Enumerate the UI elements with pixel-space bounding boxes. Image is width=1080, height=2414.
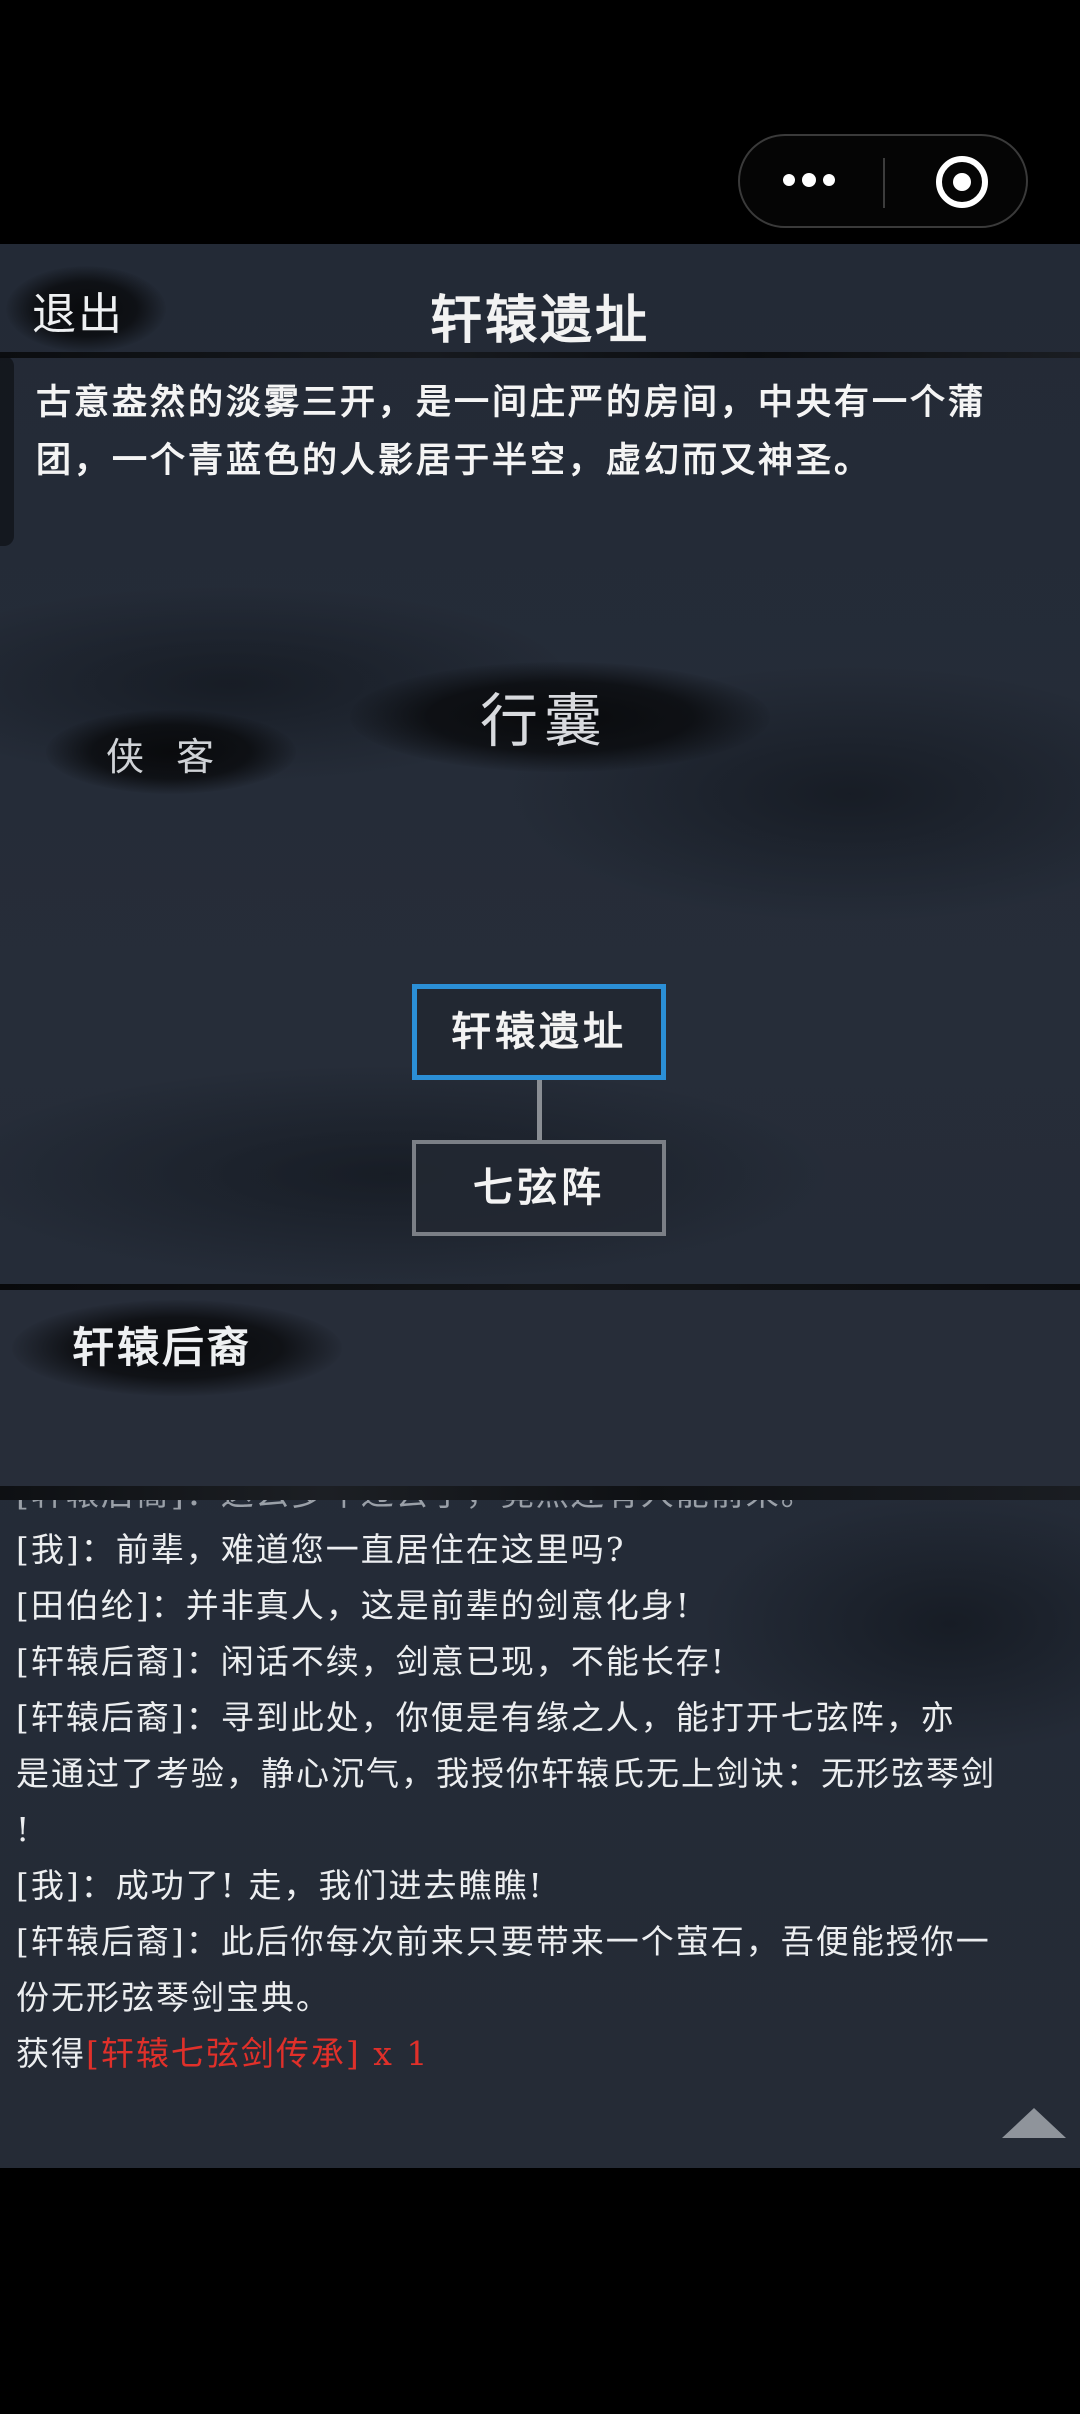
log-line: 份无形弦琴剑宝典。 xyxy=(16,1978,331,2017)
screen: 退出 轩辕遗址 古意盎然的淡雾三开，是一间庄严的房间，中央有一个蒲团，一个青蓝色… xyxy=(0,0,1080,2414)
log-line: [轩辕后裔]：闲话不续，剑意已现，不能长存! xyxy=(16,1642,727,1681)
scroll-up-arrow-icon[interactable] xyxy=(1002,2108,1066,2138)
scene-description: 古意盎然的淡雾三开，是一间庄严的房间，中央有一个蒲团，一个青蓝色的人影居于半空，… xyxy=(36,382,987,481)
map-node-current[interactable]: 轩辕遗址 xyxy=(412,984,666,1080)
target-circle-icon[interactable] xyxy=(934,154,990,210)
game-area: 退出 轩辕遗址 古意盎然的淡雾三开，是一间庄严的房间，中央有一个蒲团，一个青蓝色… xyxy=(0,244,1080,2168)
reward-line: 获得[轩辕七弦剑传承] x 1 xyxy=(16,2026,1066,2082)
log-line: [田伯纶]：并非真人，这是前辈的剑意化身! xyxy=(16,1586,692,1625)
log-line: ! xyxy=(16,1810,32,1849)
miniprogram-capsule xyxy=(738,134,1028,228)
npc-xuanyuan-descendant[interactable]: 轩辕后裔 xyxy=(72,1314,252,1375)
reward-item: [轩辕七弦剑传承] x 1 xyxy=(86,2034,430,2073)
divider xyxy=(0,352,1080,358)
more-dots-icon[interactable] xyxy=(740,136,882,226)
log-line: [我]：成功了! 走，我们进去瞧瞧! xyxy=(16,1866,544,1905)
top-bar: 退出 轩辕遗址 xyxy=(0,244,1080,356)
side-edge-decoration xyxy=(0,356,14,546)
log-line-partial: [轩辕后裔]：这么多年过去了，竟然还有人能前来。 xyxy=(16,1500,1066,1522)
log-line: 是通过了考验，静心沉气，我授你轩辕氏无上剑诀：无形弦琴剑 xyxy=(16,1754,996,1793)
dialogue-log[interactable]: [轩辕后裔]：这么多年过去了，竟然还有人能前来。 [我]：前辈，难道您一直居住在… xyxy=(16,1500,1066,2120)
xiake-button[interactable]: 侠 客 xyxy=(106,726,224,781)
capsule-divider xyxy=(883,158,885,208)
location-title: 轩辕遗址 xyxy=(429,290,650,351)
divider xyxy=(0,1486,1080,1500)
map-connector xyxy=(537,1080,542,1140)
map-node-qixian[interactable]: 七弦阵 xyxy=(412,1140,666,1236)
log-line: [轩辕后裔]：寻到此处，你便是有缘之人，能打开七弦阵，亦 xyxy=(16,1698,956,1737)
bag-button[interactable]: 行囊 xyxy=(480,674,608,758)
log-line: [轩辕后裔]：此后你每次前来只要带来一个萤石，吾便能授你一 xyxy=(16,1922,991,1961)
reward-prefix: 获得 xyxy=(16,2034,86,2073)
log-line: [我]：前辈，难道您一直居住在这里吗? xyxy=(16,1530,626,1569)
